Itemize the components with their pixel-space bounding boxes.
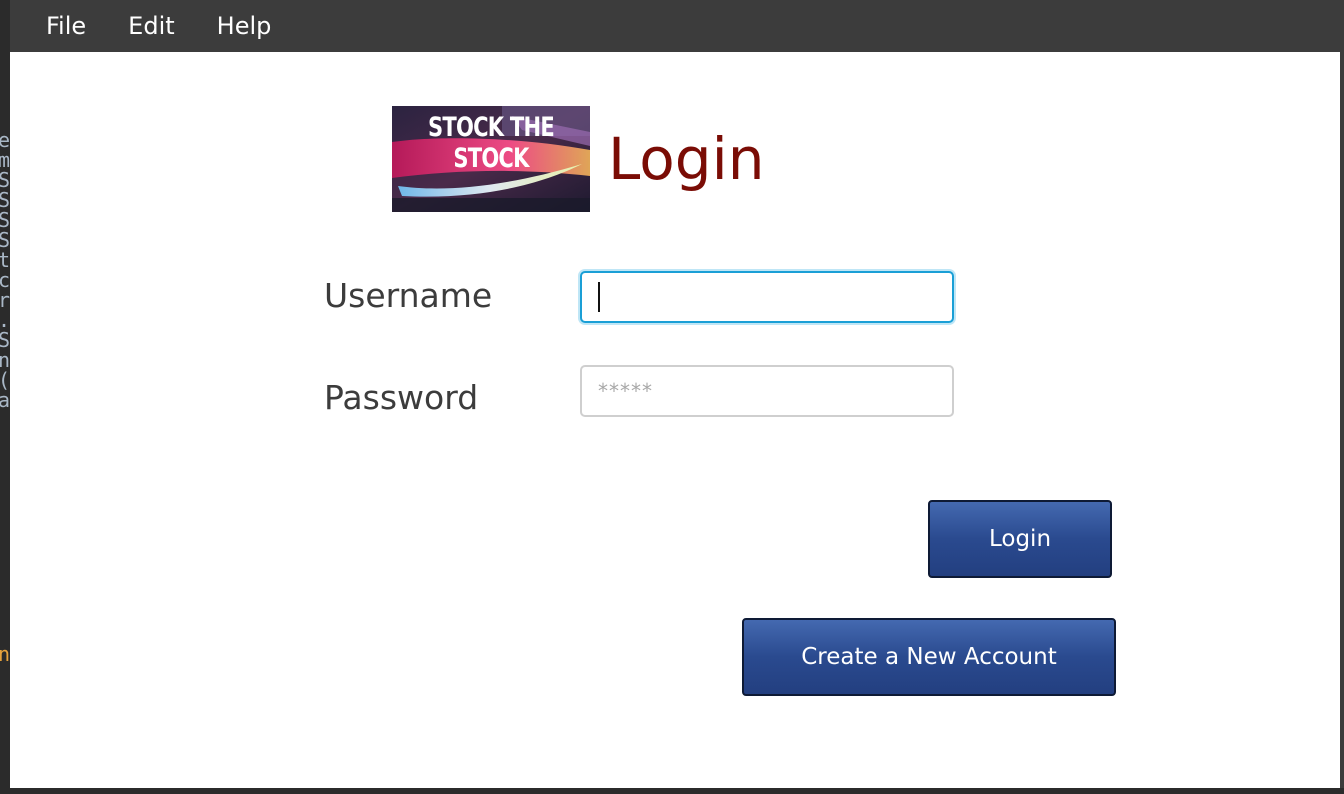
password-input[interactable] bbox=[580, 365, 954, 417]
logo-text: STOCK THE STOCK bbox=[414, 112, 568, 174]
background-editor-text: e m S S S S t c r . S n ( a bbox=[0, 128, 10, 412]
username-label: Username bbox=[324, 276, 493, 315]
app-screen: e m S S S S t c r . S n ( a n File Edit … bbox=[0, 0, 1344, 794]
menu-help[interactable]: Help bbox=[217, 12, 272, 40]
menu-file[interactable]: File bbox=[46, 12, 86, 40]
background-editor-highlight: n bbox=[0, 642, 10, 666]
page-title: Login bbox=[608, 125, 765, 193]
login-button[interactable]: Login bbox=[928, 500, 1112, 578]
stock-logo: STOCK THE STOCK bbox=[392, 106, 590, 212]
username-input[interactable] bbox=[580, 271, 954, 323]
menu-edit[interactable]: Edit bbox=[128, 12, 174, 40]
menu-bar: File Edit Help bbox=[10, 0, 1340, 52]
create-account-button[interactable]: Create a New Account bbox=[742, 618, 1116, 696]
text-caret bbox=[598, 282, 600, 312]
password-label: Password bbox=[324, 378, 479, 417]
background-editor-edge: e m S S S S t c r . S n ( a n bbox=[0, 0, 10, 794]
window-bottom-edge bbox=[0, 788, 1344, 794]
logo-text-line1: STOCK THE bbox=[428, 112, 555, 143]
window-right-edge bbox=[1340, 0, 1344, 794]
login-panel: STOCK THE STOCK Login Username Password … bbox=[10, 52, 1340, 788]
logo-text-line2: STOCK bbox=[453, 143, 529, 174]
